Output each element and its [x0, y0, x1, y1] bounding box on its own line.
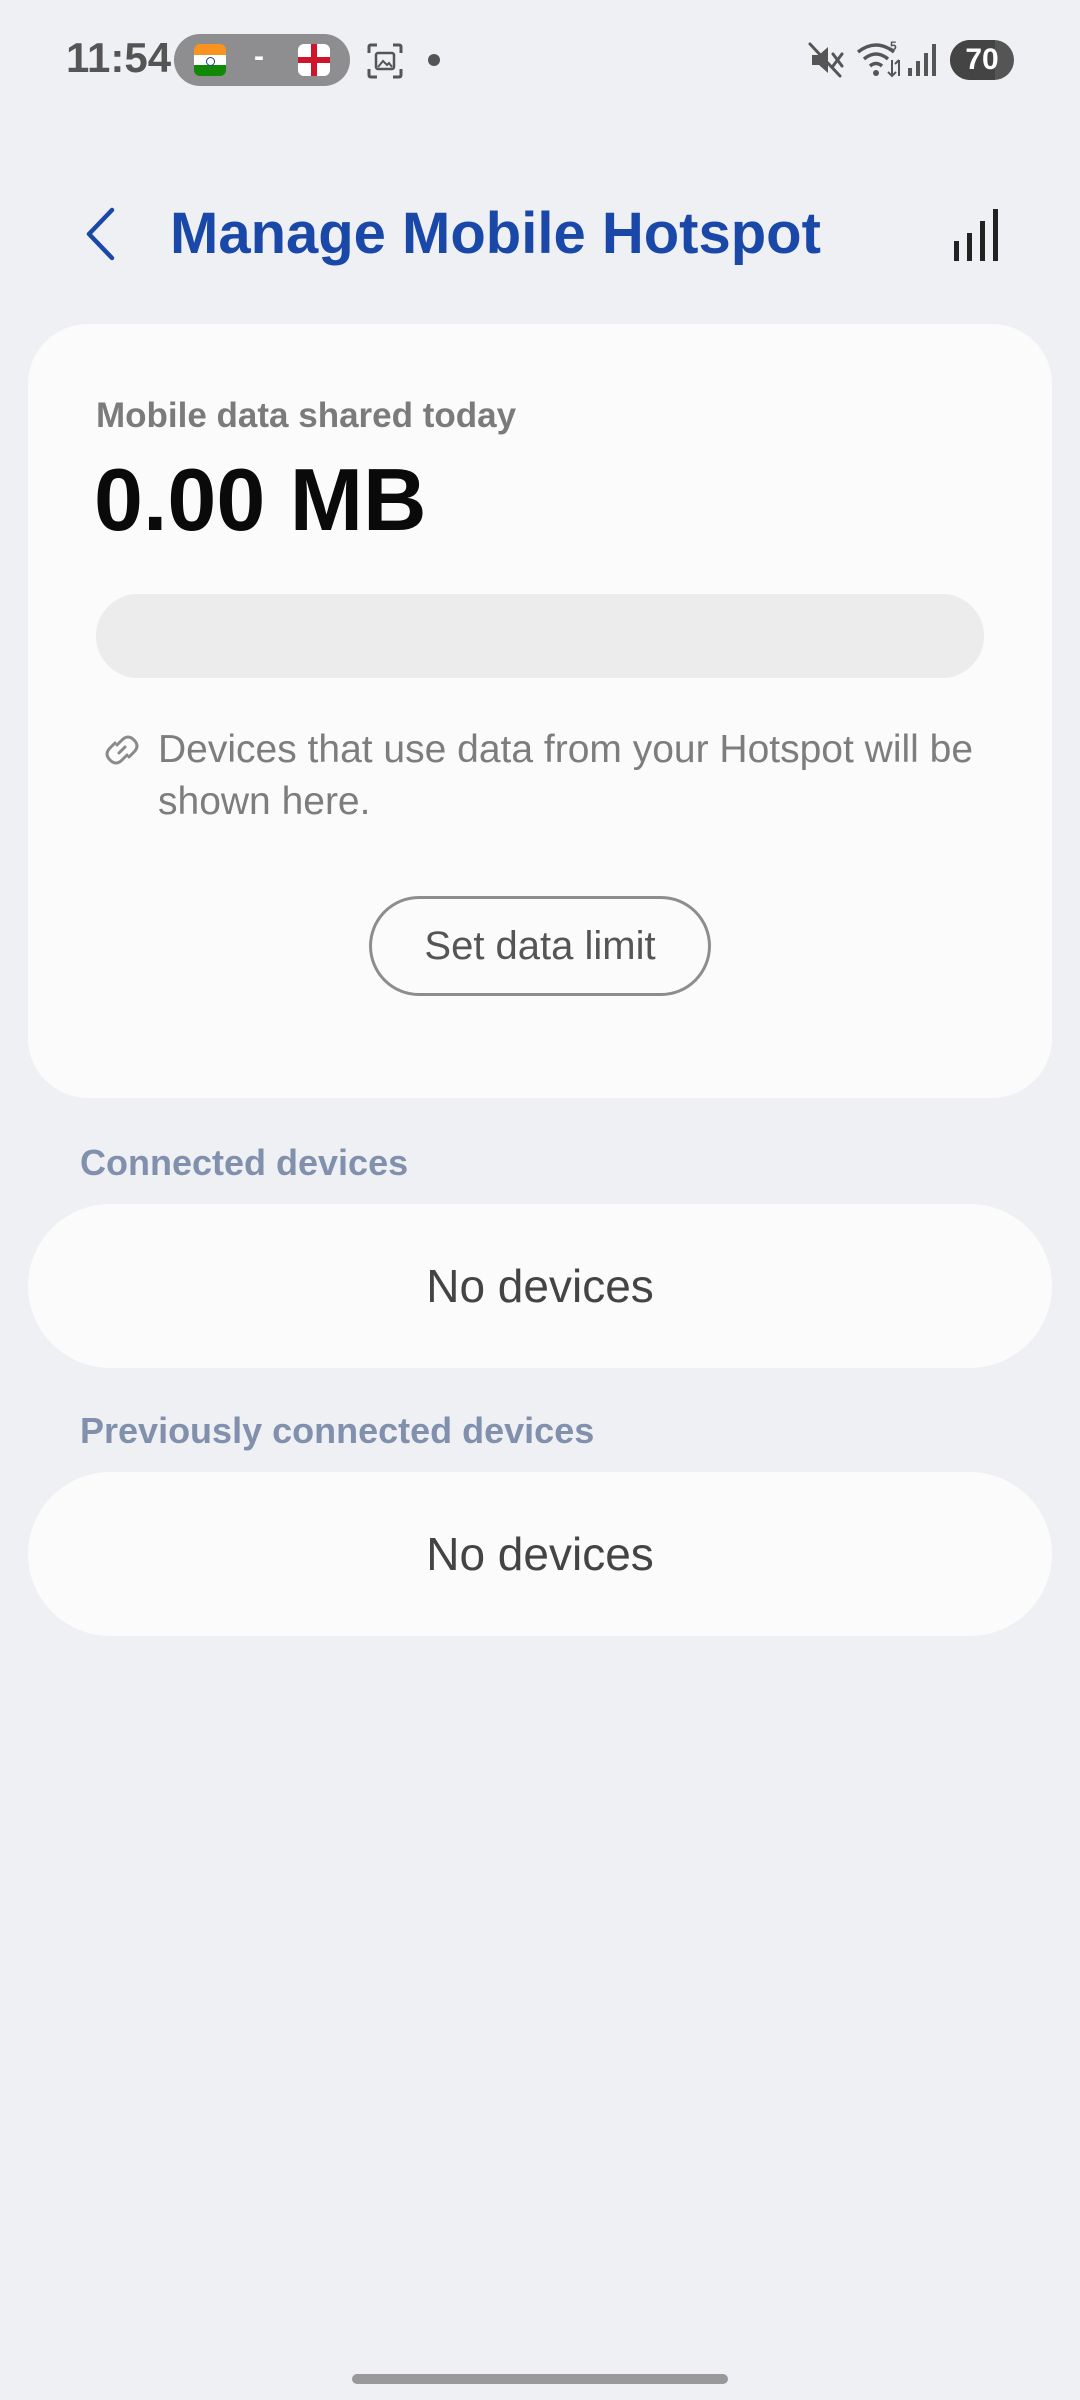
status-bar: 11:54 - 5 70 [0, 0, 1080, 120]
usage-value: 0.00 MB [94, 450, 427, 549]
connected-devices-card: No devices [28, 1204, 1052, 1368]
screenshot-icon [367, 43, 403, 79]
status-time: 11:54 [66, 34, 172, 81]
live-score-pill[interactable]: - [174, 34, 350, 86]
data-usage-card: Mobile data shared today 0.00 MB Devices… [28, 324, 1052, 1098]
chevron-left-icon [86, 207, 115, 261]
flag-england-icon [298, 44, 330, 76]
battery-icon: 70 [950, 40, 1014, 80]
usage-progress-bar [96, 594, 984, 678]
previous-devices-card: No devices [28, 1472, 1052, 1636]
battery-level: 70 [965, 43, 999, 76]
connected-devices-empty: No devices [426, 1260, 654, 1312]
notification-dot-icon [428, 54, 440, 66]
previous-devices-title: Previously connected devices [80, 1410, 595, 1451]
mute-icon [808, 42, 844, 78]
wifi-icon: 5 [856, 39, 900, 78]
bar-chart-icon [954, 209, 998, 261]
set-data-limit-button[interactable]: Set data limit [369, 896, 711, 996]
home-indicator[interactable] [352, 2374, 728, 2384]
score-separator: - [254, 40, 264, 73]
previous-devices-empty: No devices [426, 1528, 654, 1580]
signal-icon [908, 44, 936, 76]
data-usage-stats-button[interactable] [944, 200, 1008, 270]
usage-label: Mobile data shared today [96, 396, 517, 435]
hotspot-info-text: Devices that use data from your Hotspot … [158, 728, 974, 823]
flag-india-icon [194, 44, 226, 76]
link-icon [105, 735, 139, 765]
page-title: Manage Mobile Hotspot [170, 201, 821, 266]
connected-devices-title: Connected devices [80, 1142, 409, 1183]
back-button[interactable] [72, 196, 128, 272]
svg-text:5: 5 [890, 39, 897, 53]
